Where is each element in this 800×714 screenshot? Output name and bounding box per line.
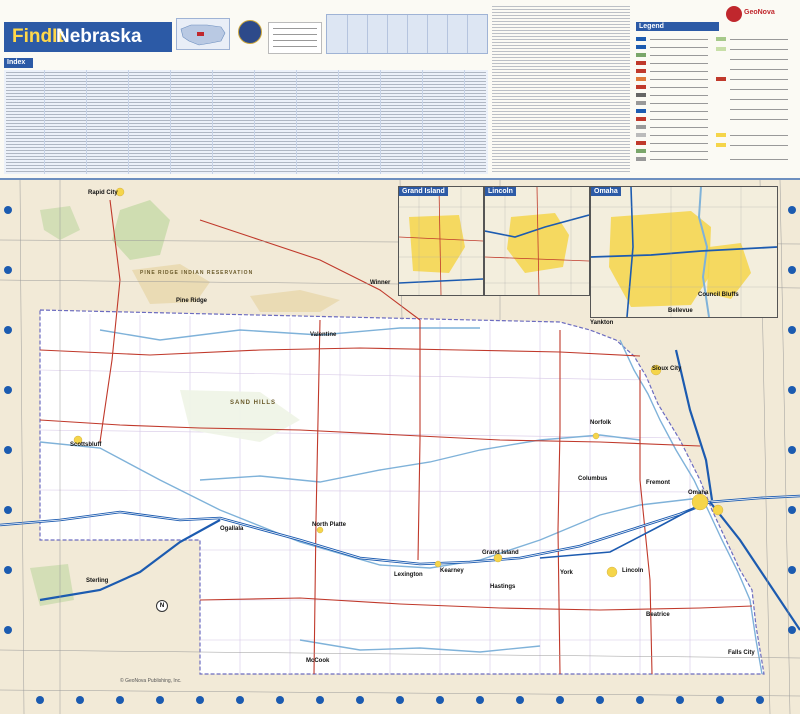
city-label: McCook bbox=[306, 658, 330, 664]
map-poster: FindIt Nebraska Index Legend GeoNova Gra… bbox=[0, 0, 800, 714]
inset-grand-island: Grand Island bbox=[398, 186, 484, 296]
city-label: Valentine bbox=[310, 332, 337, 338]
city-label: Grand Island bbox=[482, 550, 519, 556]
us-locator-icon bbox=[180, 24, 226, 46]
city-label: Kearney bbox=[440, 568, 464, 574]
omaha-inset-map bbox=[591, 187, 777, 317]
title-banner: FindIt Nebraska bbox=[4, 22, 172, 52]
inset-label: Lincoln bbox=[485, 187, 516, 196]
city-label: Pine Ridge bbox=[176, 298, 208, 304]
city-label: Norfolk bbox=[590, 420, 611, 426]
city-label: Hastings bbox=[490, 584, 516, 590]
inset-label: Omaha bbox=[591, 187, 621, 196]
copyright-text: © GeoNova Publishing, Inc. bbox=[120, 678, 182, 684]
city-label: Omaha bbox=[688, 490, 709, 496]
city-label: Ogallala bbox=[220, 526, 244, 532]
city-label: Sioux City bbox=[652, 366, 682, 372]
map-area: Grand Island Lincoln Omaha Rapid City Si… bbox=[0, 180, 800, 714]
geonova-logo-icon bbox=[726, 6, 742, 22]
grand-island-inset-map bbox=[399, 187, 483, 295]
city-label: Lincoln bbox=[622, 568, 644, 574]
city-label: Bellevue bbox=[668, 308, 693, 314]
region-label: PINE RIDGE INDIAN RESERVATION bbox=[140, 270, 254, 276]
city-label: Scottsbluff bbox=[70, 442, 102, 448]
legend-title: Legend bbox=[636, 22, 719, 31]
inset-omaha: Omaha bbox=[590, 186, 778, 318]
city-label: Winner bbox=[370, 280, 391, 286]
city-label: Sterling bbox=[86, 578, 109, 584]
state-name: Nebraska bbox=[56, 26, 142, 47]
city-label: Council Bluffs bbox=[698, 292, 739, 298]
us-locator-map bbox=[176, 18, 230, 50]
region-label: SAND HILLS bbox=[230, 400, 276, 406]
city-label: Lexington bbox=[394, 572, 423, 578]
city-label: North Platte bbox=[312, 522, 347, 528]
compass-icon: N bbox=[156, 600, 168, 612]
distance-table bbox=[326, 14, 488, 54]
city-label: Yankton bbox=[590, 320, 614, 326]
city-label: Columbus bbox=[578, 476, 608, 482]
city-label: Falls City bbox=[728, 650, 755, 656]
place-index bbox=[4, 70, 488, 174]
map-legend bbox=[636, 33, 794, 173]
state-facts-box bbox=[268, 22, 322, 54]
place-index-continued bbox=[492, 6, 630, 174]
publisher-logo-text: GeoNova bbox=[744, 9, 775, 16]
lincoln-inset-map bbox=[485, 187, 589, 295]
city-label: York bbox=[560, 570, 573, 576]
index-title: Index bbox=[4, 58, 33, 68]
city-label: Fremont bbox=[646, 480, 670, 486]
city-label: Beatrice bbox=[646, 612, 670, 618]
inset-label: Grand Island bbox=[399, 187, 448, 196]
city-label: Rapid City bbox=[88, 190, 118, 196]
inset-lincoln: Lincoln bbox=[484, 186, 590, 296]
header-panel: FindIt Nebraska Index Legend GeoNova bbox=[0, 0, 800, 180]
state-seal-icon bbox=[238, 20, 262, 44]
